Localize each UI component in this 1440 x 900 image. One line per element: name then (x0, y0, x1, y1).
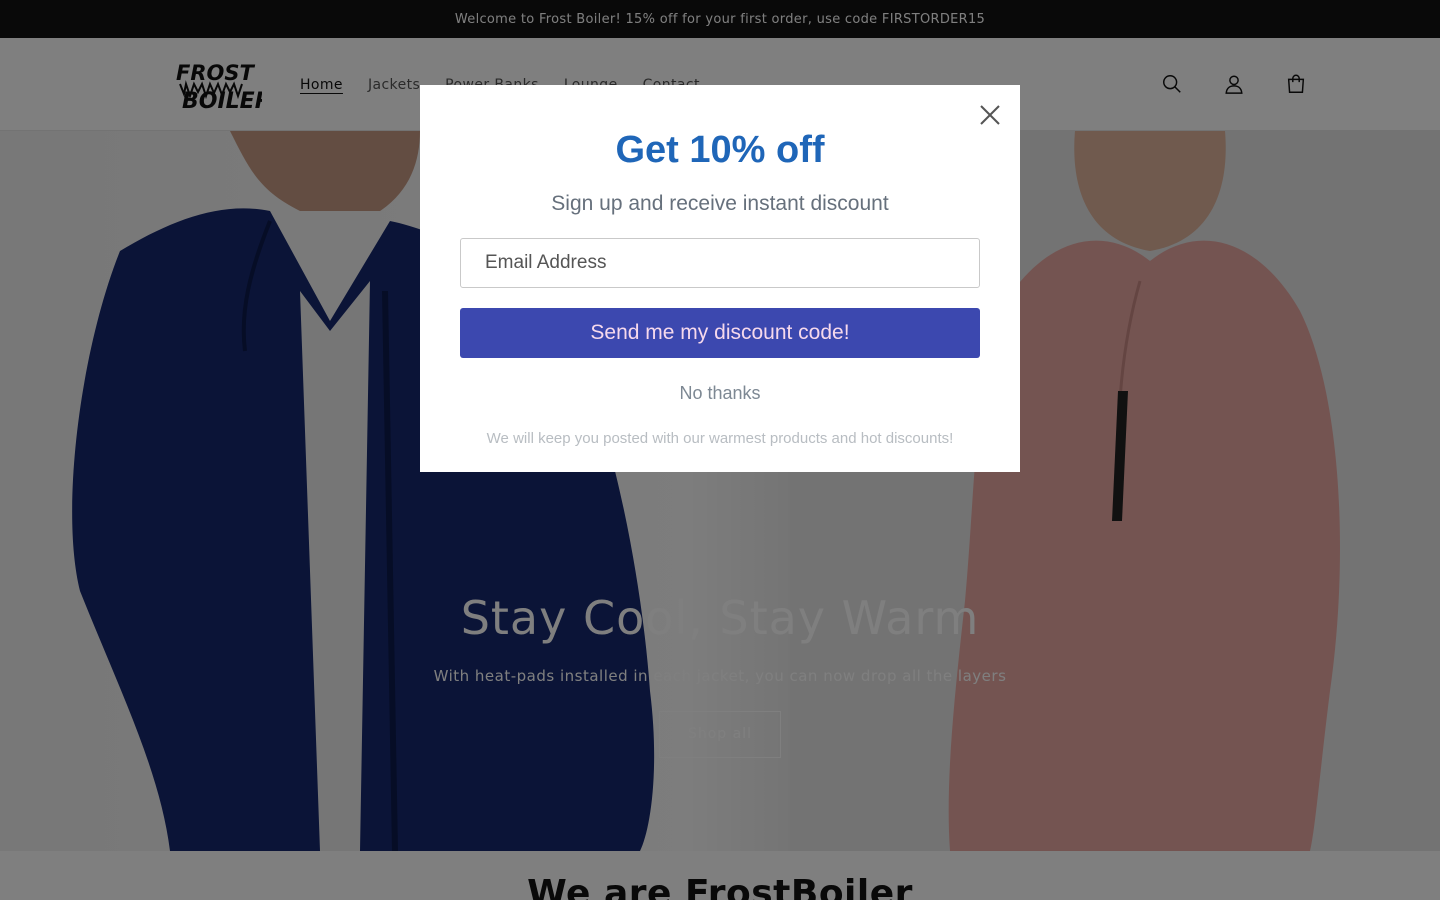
popup-subtitle: Sign up and receive instant discount (551, 192, 889, 215)
send-discount-button[interactable]: Send me my discount code! (460, 308, 980, 358)
email-field[interactable] (460, 238, 980, 288)
discount-popup: Get 10% off Sign up and receive instant … (420, 85, 1020, 472)
close-icon[interactable] (978, 103, 1002, 127)
popup-footnote: We will keep you posted with our warmest… (486, 430, 954, 447)
popup-title: Get 10% off (615, 129, 825, 171)
no-thanks-link[interactable]: No thanks (420, 383, 1020, 404)
